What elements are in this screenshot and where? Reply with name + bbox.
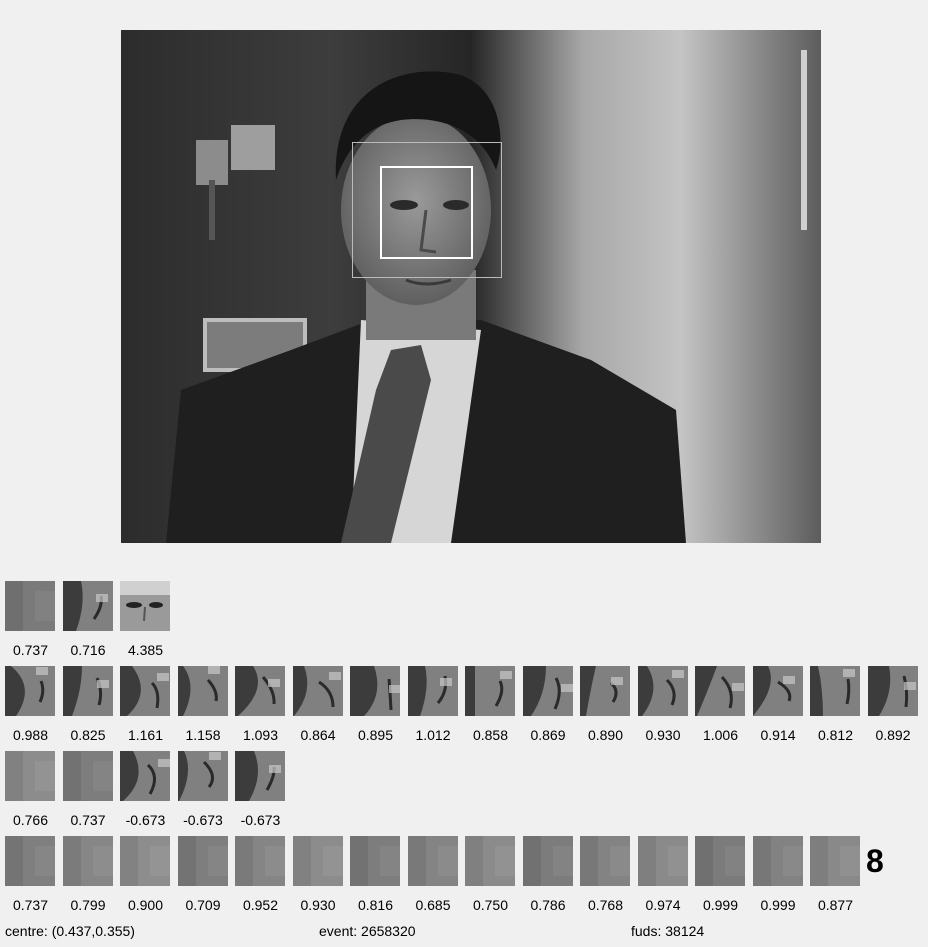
thumbnail-score: 0.786 — [530, 897, 566, 913]
thumbnail-tile — [350, 666, 401, 716]
cluster-count: 8 — [866, 843, 884, 879]
thumbnail-score: -0.673 — [125, 812, 166, 828]
thumbnail-tile — [62, 751, 113, 801]
thumbnail-score: 0.858 — [472, 727, 509, 743]
thumbnail-tile — [5, 751, 55, 801]
thumbnail-tile — [580, 666, 630, 716]
thumbnail-tile — [867, 666, 918, 716]
thumbnail-score: 0.737 — [12, 897, 49, 913]
thumbnail-tile — [235, 666, 285, 716]
thumbnail-score: -0.673 — [183, 812, 223, 828]
thumbnail-tile — [120, 581, 170, 631]
thumbnail-tile — [120, 836, 170, 886]
thumbnail-score: 0.737 — [12, 642, 49, 658]
thumbnail-tile — [5, 666, 55, 716]
thumbnail-tile — [177, 666, 228, 716]
thumbnail-tile — [235, 751, 285, 801]
thumbnail-score: -0.673 — [240, 812, 281, 828]
thumbnail-tile — [62, 581, 113, 631]
thumbnail-tile — [695, 836, 745, 886]
thumbnail-tile — [522, 836, 573, 886]
thumbnail-score: 0.952 — [242, 897, 279, 913]
event-readout: event: 2658320 — [319, 923, 416, 939]
inner-detection-box — [380, 166, 473, 259]
thumbnail-score: 0.825 — [70, 727, 106, 743]
thumbnail-tile — [407, 666, 458, 716]
thumbnail-score: 0.890 — [587, 727, 624, 743]
thumbnail-tile — [407, 836, 458, 886]
thumbnail-tile — [120, 751, 170, 801]
thumbnail-score: 1.093 — [242, 727, 279, 743]
thumbnail-tile — [465, 666, 515, 716]
thumbnail-tile — [120, 666, 170, 716]
thumbnail-score: 4.385 — [127, 642, 164, 658]
thumbnail-score: 0.999 — [702, 897, 739, 913]
thumbnail-score: 0.766 — [12, 812, 49, 828]
thumbnail-score: 1.006 — [702, 727, 739, 743]
thumbnail-score: 0.709 — [185, 897, 221, 913]
thumbnail-tile — [522, 666, 573, 716]
thumbnail-tile — [5, 581, 55, 631]
thumbnail-tile — [292, 666, 343, 716]
thumbnail-tile — [752, 666, 803, 716]
thumbnail-score: 0.799 — [70, 897, 106, 913]
thumbnail-tile — [177, 751, 228, 801]
thumbnail-score: 0.685 — [415, 897, 451, 913]
thumbnail-score: 0.877 — [817, 897, 854, 913]
thumbnail-score: 0.895 — [357, 727, 394, 743]
thumbnail-tile — [62, 666, 113, 716]
thumbnail-score: 0.930 — [300, 897, 336, 913]
thumbnail-score: 1.158 — [185, 727, 221, 743]
thumbnail-score: 0.812 — [817, 727, 854, 743]
main-video-frame — [121, 30, 821, 543]
thumbnail-tile — [637, 836, 688, 886]
thumbnail-tile — [177, 836, 228, 886]
thumbnail-score: 0.768 — [587, 897, 624, 913]
scene-image — [121, 30, 821, 543]
thumbnail-tile — [5, 836, 55, 886]
thumbnail-tile — [752, 836, 803, 886]
thumbnail-tile — [62, 836, 113, 886]
thumbnail-tile — [637, 666, 688, 716]
thumbnail-score: 0.999 — [760, 897, 796, 913]
thumbnail-score: 0.869 — [530, 727, 566, 743]
thumbnail-score: 1.012 — [415, 727, 451, 743]
thumbnail-tile — [810, 666, 860, 716]
thumbnail-score: 0.737 — [70, 812, 106, 828]
thumbnail-score: 0.988 — [12, 727, 49, 743]
thumbnail-score: 0.716 — [70, 642, 106, 658]
centre-readout: centre: (0.437,0.355) — [5, 923, 135, 939]
thumbnail-score: 0.864 — [300, 727, 336, 743]
fuds-readout: fuds: 38124 — [631, 923, 705, 939]
thumbnail-score: 1.161 — [127, 727, 164, 743]
thumbnail-score: 0.816 — [357, 897, 394, 913]
thumbnail-tile — [235, 836, 285, 886]
thumbnail-tile — [350, 836, 400, 886]
thumbnail-score: 0.930 — [645, 727, 681, 743]
thumbnail-score: 0.750 — [472, 897, 509, 913]
thumbnail-score: 0.914 — [760, 727, 796, 743]
thumbnail-score: 0.892 — [875, 727, 911, 743]
thumbnail-tile — [695, 666, 745, 716]
thumbnail-tile — [810, 836, 860, 886]
thumbnail-score: 0.900 — [127, 897, 164, 913]
thumbnail-score: 0.974 — [645, 897, 681, 913]
thumbnail-tile — [292, 836, 343, 886]
thumbnail-tile — [580, 836, 630, 886]
thumbnail-tile — [465, 836, 515, 886]
